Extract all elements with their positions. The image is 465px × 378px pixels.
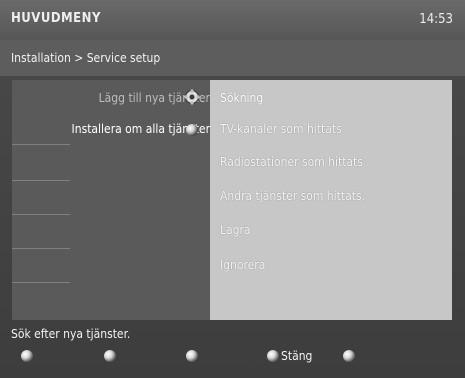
button-dot-icon	[104, 350, 116, 362]
color-button-1[interactable]	[19, 348, 35, 364]
color-button-5[interactable]	[341, 348, 357, 364]
breadcrumb: Installation > Service setup	[11, 51, 161, 65]
row-divider	[12, 214, 70, 215]
close-button[interactable]	[265, 348, 281, 364]
button-dot-icon	[21, 350, 33, 362]
tv-menu-screen: HUVUDMENY 14:53 Installation > Service s…	[0, 0, 465, 378]
option-search[interactable]: Sökning	[220, 91, 263, 105]
option-radio-stations-found[interactable]: Radiostationer som hittats	[220, 155, 363, 169]
option-store[interactable]: Lagra	[220, 223, 251, 237]
row-divider	[12, 144, 70, 145]
color-button-3[interactable]	[184, 348, 200, 364]
status-help-text: Sök efter nya tjänster.	[11, 327, 131, 341]
option-ignore[interactable]: Ignorera	[220, 258, 265, 272]
button-dot-icon	[186, 350, 198, 362]
row-divider	[12, 180, 70, 181]
left-menu-column	[12, 80, 210, 320]
button-dot-icon	[343, 350, 355, 362]
row-divider	[12, 282, 70, 283]
option-tv-channels-found[interactable]: TV-kanaler som hittats	[220, 122, 342, 136]
close-button-label: Stäng	[281, 349, 313, 363]
option-other-services-found[interactable]: Andra tjänster som hittats.	[220, 189, 365, 203]
color-button-2[interactable]	[102, 348, 118, 364]
button-dot-icon	[267, 350, 279, 362]
selection-cursor-icon	[184, 89, 200, 105]
clock: 14:53	[419, 12, 453, 27]
menu-title: HUVUDMENY	[11, 11, 101, 26]
row-divider	[12, 248, 70, 249]
radio-bullet-icon	[186, 124, 198, 136]
